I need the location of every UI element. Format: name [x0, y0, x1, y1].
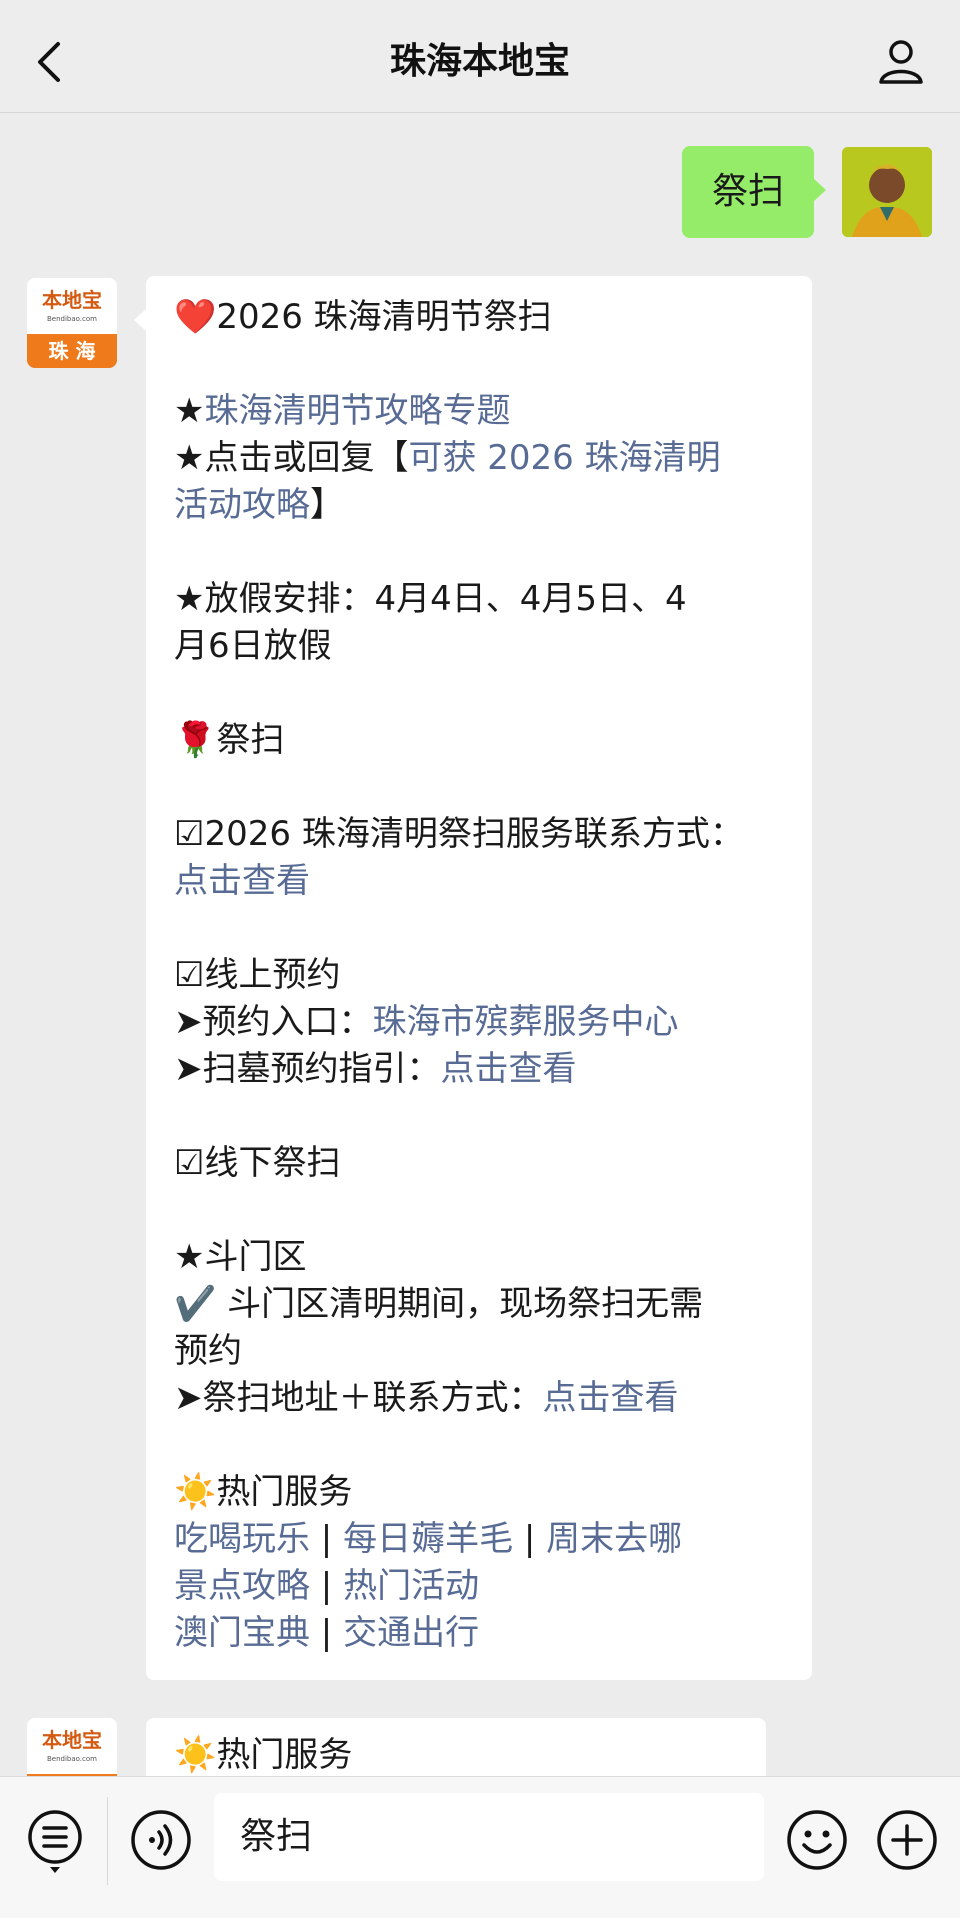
menu-icon[interactable]: [26, 1807, 84, 1875]
my-message-bubble[interactable]: 祭扫: [682, 146, 826, 238]
link-view-contact[interactable]: 点击查看: [174, 861, 310, 901]
bracket-text: 】: [310, 485, 344, 525]
message-line: ★珠海清明节攻略专题: [174, 388, 794, 435]
link-macau-guide[interactable]: 澳门宝典: [174, 1613, 310, 1653]
logo-sub-text: Bendibao.com: [46, 1755, 97, 1763]
booking-guide-label: ➤扫墓预约指引：: [174, 1049, 441, 1089]
link-view-address[interactable]: 点击查看: [543, 1378, 679, 1418]
message-line: ➤祭扫地址＋联系方式：点击查看: [174, 1375, 794, 1422]
bendibao-avatar[interactable]: 本地宝 Bendibao.com 珠 海: [27, 278, 117, 368]
logo-top: 本地宝 Bendibao.com: [27, 278, 117, 334]
bot-message-bubble: ❤️2026 珠海清明节祭扫 ★珠海清明节攻略专题 ★点击或回复【可获 2026…: [134, 276, 812, 1680]
message-line: ✔️ 斗门区清明期间，现场祭扫无需: [174, 1284, 704, 1324]
my-avatar[interactable]: [842, 147, 932, 237]
message-input[interactable]: 祭扫: [214, 1793, 764, 1881]
emoji-icon[interactable]: [786, 1809, 848, 1871]
message-line: 活动攻略】: [174, 482, 794, 529]
link-qingming-topic[interactable]: 珠海清明节攻略专题: [204, 391, 510, 431]
message-line: ➤预约入口：珠海市殡葬服务中心: [174, 999, 794, 1046]
link-attractions[interactable]: 景点攻略: [174, 1566, 310, 1606]
plus-icon[interactable]: [876, 1809, 938, 1871]
top-bar: 珠海本地宝: [0, 0, 960, 113]
message-line: 澳门宝典 | 交通出行: [174, 1610, 794, 1657]
link-transport[interactable]: 交通出行: [343, 1613, 479, 1653]
logo-top: 本地宝 Bendibao.com: [27, 1718, 117, 1774]
bot-message-content: ☀️热门服务: [174, 1732, 794, 1779]
message-line: ☀️热门服务: [174, 1735, 353, 1775]
link-hot-events[interactable]: 热门活动: [343, 1566, 479, 1606]
message-line: ★点击或回复【可获 2026 珠海清明: [174, 435, 794, 482]
input-bar: 祭扫: [0, 1776, 960, 1918]
link-funeral-center[interactable]: 珠海市殡葬服务中心: [373, 1002, 679, 1042]
message-line: 吃喝玩乐 | 每日薅羊毛 | 周末去哪: [174, 1516, 794, 1563]
logo-main-text: 本地宝: [42, 288, 102, 312]
separator: |: [310, 1519, 344, 1559]
booking-entry-label: ➤预约入口：: [174, 1002, 373, 1042]
link-activity-guide-cont[interactable]: 活动攻略: [174, 485, 310, 525]
star-text: ★: [174, 391, 205, 431]
message-line: ★斗门区: [174, 1237, 307, 1277]
separator: |: [513, 1519, 547, 1559]
message-line: ➤扫墓预约指引：点击查看: [174, 1046, 794, 1093]
message-line: 点击查看: [174, 858, 794, 905]
link-daily-deals[interactable]: 每日薅羊毛: [343, 1519, 513, 1559]
message-line: 月6日放假: [174, 626, 332, 666]
separator: |: [310, 1566, 344, 1606]
message-line: ☑2026 珠海清明祭扫服务联系方式：: [174, 814, 744, 854]
voice-icon[interactable]: [130, 1809, 192, 1871]
message-line: ☑线上预约: [174, 955, 341, 995]
message-line: ☀️热门服务: [174, 1472, 353, 1512]
message-line: ☑线下祭扫: [174, 1143, 341, 1183]
reply-prefix: ★点击或回复【: [174, 438, 409, 478]
profile-person-icon[interactable]: [876, 36, 926, 86]
message-line: 🌹祭扫: [174, 720, 285, 760]
link-activity-guide[interactable]: 可获 2026 珠海清明: [408, 438, 720, 478]
link-weekend[interactable]: 周末去哪: [546, 1519, 682, 1559]
logo-main-text: 本地宝: [42, 1728, 102, 1752]
link-food-fun[interactable]: 吃喝玩乐: [174, 1519, 310, 1559]
divider: [107, 1797, 108, 1885]
logo-sub-text: Bendibao.com: [46, 315, 97, 323]
message-line: 预约: [174, 1331, 242, 1371]
bot-message-content: ❤️2026 珠海清明节祭扫 ★珠海清明节攻略专题 ★点击或回复【可获 2026…: [174, 294, 794, 1657]
address-label: ➤祭扫地址＋联系方式：: [174, 1378, 543, 1418]
page-title: 珠海本地宝: [389, 41, 570, 82]
message-line: ★放假安排：4月4日、4月5日、4: [174, 579, 687, 619]
separator: |: [310, 1613, 344, 1653]
link-view-guide[interactable]: 点击查看: [441, 1049, 577, 1089]
message-line: ❤️2026 珠海清明节祭扫: [174, 297, 552, 337]
logo-city-text: 珠 海: [27, 334, 117, 368]
my-message-text: 祭扫: [711, 171, 784, 212]
message-line: 景点攻略 | 热门活动: [174, 1563, 794, 1610]
